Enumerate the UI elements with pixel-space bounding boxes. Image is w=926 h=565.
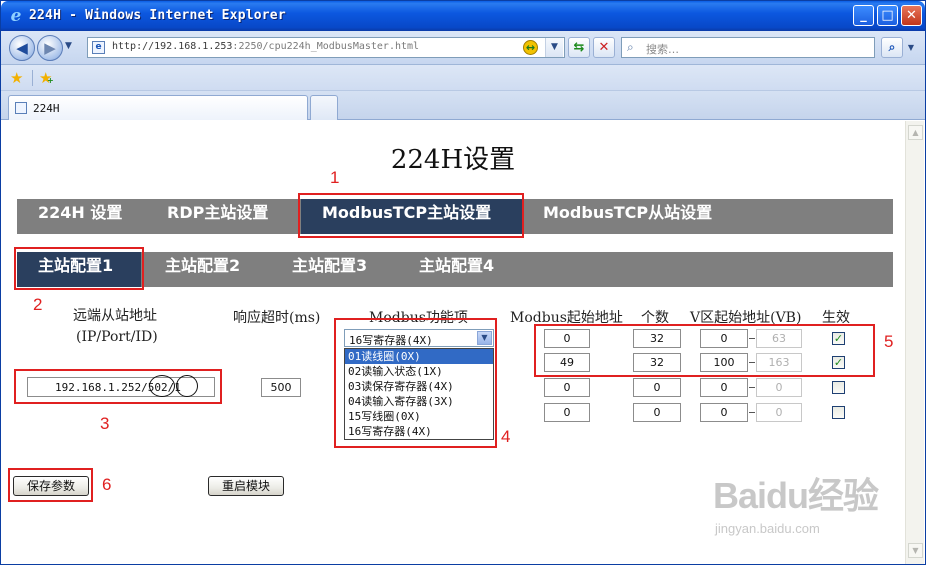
stop-button[interactable]: ✕ — [593, 37, 615, 58]
range-dash — [749, 412, 755, 413]
recent-pages-dropdown[interactable]: ▼ — [65, 41, 72, 51]
col-remote-address-sub: (IP/Port/ID) — [76, 329, 158, 345]
search-options-dropdown[interactable]: ▼ — [905, 37, 917, 58]
url-dropdown-icon[interactable]: ▼ — [545, 38, 563, 57]
vertical-scrollbar[interactable]: ▲ ▼ — [905, 121, 924, 564]
subnav-master-config-4[interactable]: 主站配置4 — [419, 252, 494, 287]
annotation-box-6 — [8, 468, 93, 502]
nav-rdp-master[interactable]: RDP主站设置 — [167, 199, 268, 234]
annotation-box-3 — [14, 369, 222, 404]
search-icon[interactable]: ⌕ — [881, 37, 903, 58]
tab-strip: 224H — [1, 91, 925, 120]
annotation-label-2: 2 — [33, 295, 43, 314]
col-remote-address: 远端从站地址 — [73, 308, 157, 324]
scroll-down-icon[interactable]: ▼ — [908, 543, 923, 558]
modbus-start-input[interactable]: 0 — [544, 378, 590, 397]
maximize-button[interactable]: □ — [877, 5, 898, 26]
sub-nav: 主站配置1 主站配置2 主站配置3 主站配置4 — [17, 252, 893, 287]
scroll-up-icon[interactable]: ▲ — [908, 125, 923, 140]
nav-modbustcp-slave[interactable]: ModbusTCP从站设置 — [543, 199, 712, 234]
search-input[interactable]: ⌕ 搜索… — [621, 37, 875, 58]
v-start-input[interactable]: 0 — [700, 378, 748, 397]
subnav-master-config-3[interactable]: 主站配置3 — [292, 252, 367, 287]
refresh-button[interactable]: ⇆ — [568, 37, 590, 58]
col-timeout: 响应超时(ms) — [233, 310, 321, 326]
annotation-box-5 — [534, 324, 875, 377]
timeout-input[interactable]: 500 — [261, 378, 301, 397]
subnav-master-config-2[interactable]: 主站配置2 — [165, 252, 240, 287]
enable-checkbox[interactable] — [832, 381, 845, 394]
watermark-logo: Baidu经验 — [713, 475, 879, 516]
restart-module-button[interactable]: 重启模块 — [208, 476, 284, 496]
v-start-input[interactable]: 0 — [700, 403, 748, 422]
url-host: http://192.168.1.253 — [112, 41, 233, 52]
annotation-label-6: 6 — [102, 475, 112, 494]
modbus-start-input[interactable]: 0 — [544, 403, 590, 422]
close-button[interactable]: ✕ — [901, 5, 922, 26]
page-icon: e — [92, 41, 105, 54]
favorites-star-icon[interactable]: ★ — [10, 69, 23, 87]
watermark-url: jingyan.baidu.com — [715, 521, 820, 536]
range-dash — [749, 387, 755, 388]
title-bar: e 224H - Windows Internet Explorer _ □ ✕ — [1, 1, 925, 31]
address-toolbar: ◀ ▶ ▼ e http://192.168.1.253:2250/cpu224… — [1, 31, 925, 65]
browser-window: e 224H - Windows Internet Explorer _ □ ✕… — [0, 0, 926, 565]
ie-icon: e — [10, 6, 22, 26]
annotation-label-1: 1 — [330, 168, 340, 187]
toolbar-separator — [32, 70, 33, 86]
baidu-watermark: Baidu经验 jingyan.baidu.com — [703, 461, 903, 551]
search-provider-icon: ⌕ — [627, 40, 634, 54]
annotation-box-1 — [298, 193, 524, 238]
minimize-button[interactable]: _ — [853, 5, 874, 26]
v-end-display: 0 — [756, 378, 802, 397]
url-text[interactable]: http://192.168.1.253:2250/cpu224h_Modbus… — [112, 41, 419, 52]
enable-checkbox[interactable] — [832, 406, 845, 419]
add-favorite-icon[interactable]: + ★ — [39, 69, 54, 87]
favorites-bar: ★ + ★ — [1, 65, 925, 91]
tab-224h[interactable]: 224H — [8, 95, 308, 120]
search-placeholder: 搜索… — [646, 43, 679, 56]
page-icon — [15, 102, 27, 114]
window-title: 224H - Windows Internet Explorer — [29, 8, 286, 23]
page-content: 224H设置 224H 设置 RDP主站设置 ModbusTCP主站设置 Mod… — [1, 121, 905, 564]
annotation-label-5: 5 — [884, 332, 894, 351]
annotation-box-2 — [14, 247, 144, 290]
address-bar[interactable]: e http://192.168.1.253:2250/cpu224h_Modb… — [87, 37, 565, 58]
back-button[interactable]: ◀ — [9, 35, 35, 61]
nav-224h-settings[interactable]: 224H 设置 — [38, 199, 122, 234]
annotation-label-3: 3 — [100, 414, 110, 433]
v-end-display: 0 — [756, 403, 802, 422]
add-plus-icon: + — [47, 76, 54, 85]
url-path: :2250/cpu224h_ModbusMaster.html — [232, 41, 420, 52]
tab-label: 224H — [33, 102, 60, 115]
compatibility-icon[interactable]: ↔ — [523, 40, 538, 55]
annotation-label-4: 4 — [501, 427, 511, 446]
annotation-box-4 — [334, 318, 497, 448]
page-title: 224H设置 — [390, 145, 516, 175]
count-input[interactable]: 0 — [633, 378, 681, 397]
forward-button[interactable]: ▶ — [37, 35, 63, 61]
new-tab-button[interactable] — [310, 95, 338, 120]
count-input[interactable]: 0 — [633, 403, 681, 422]
